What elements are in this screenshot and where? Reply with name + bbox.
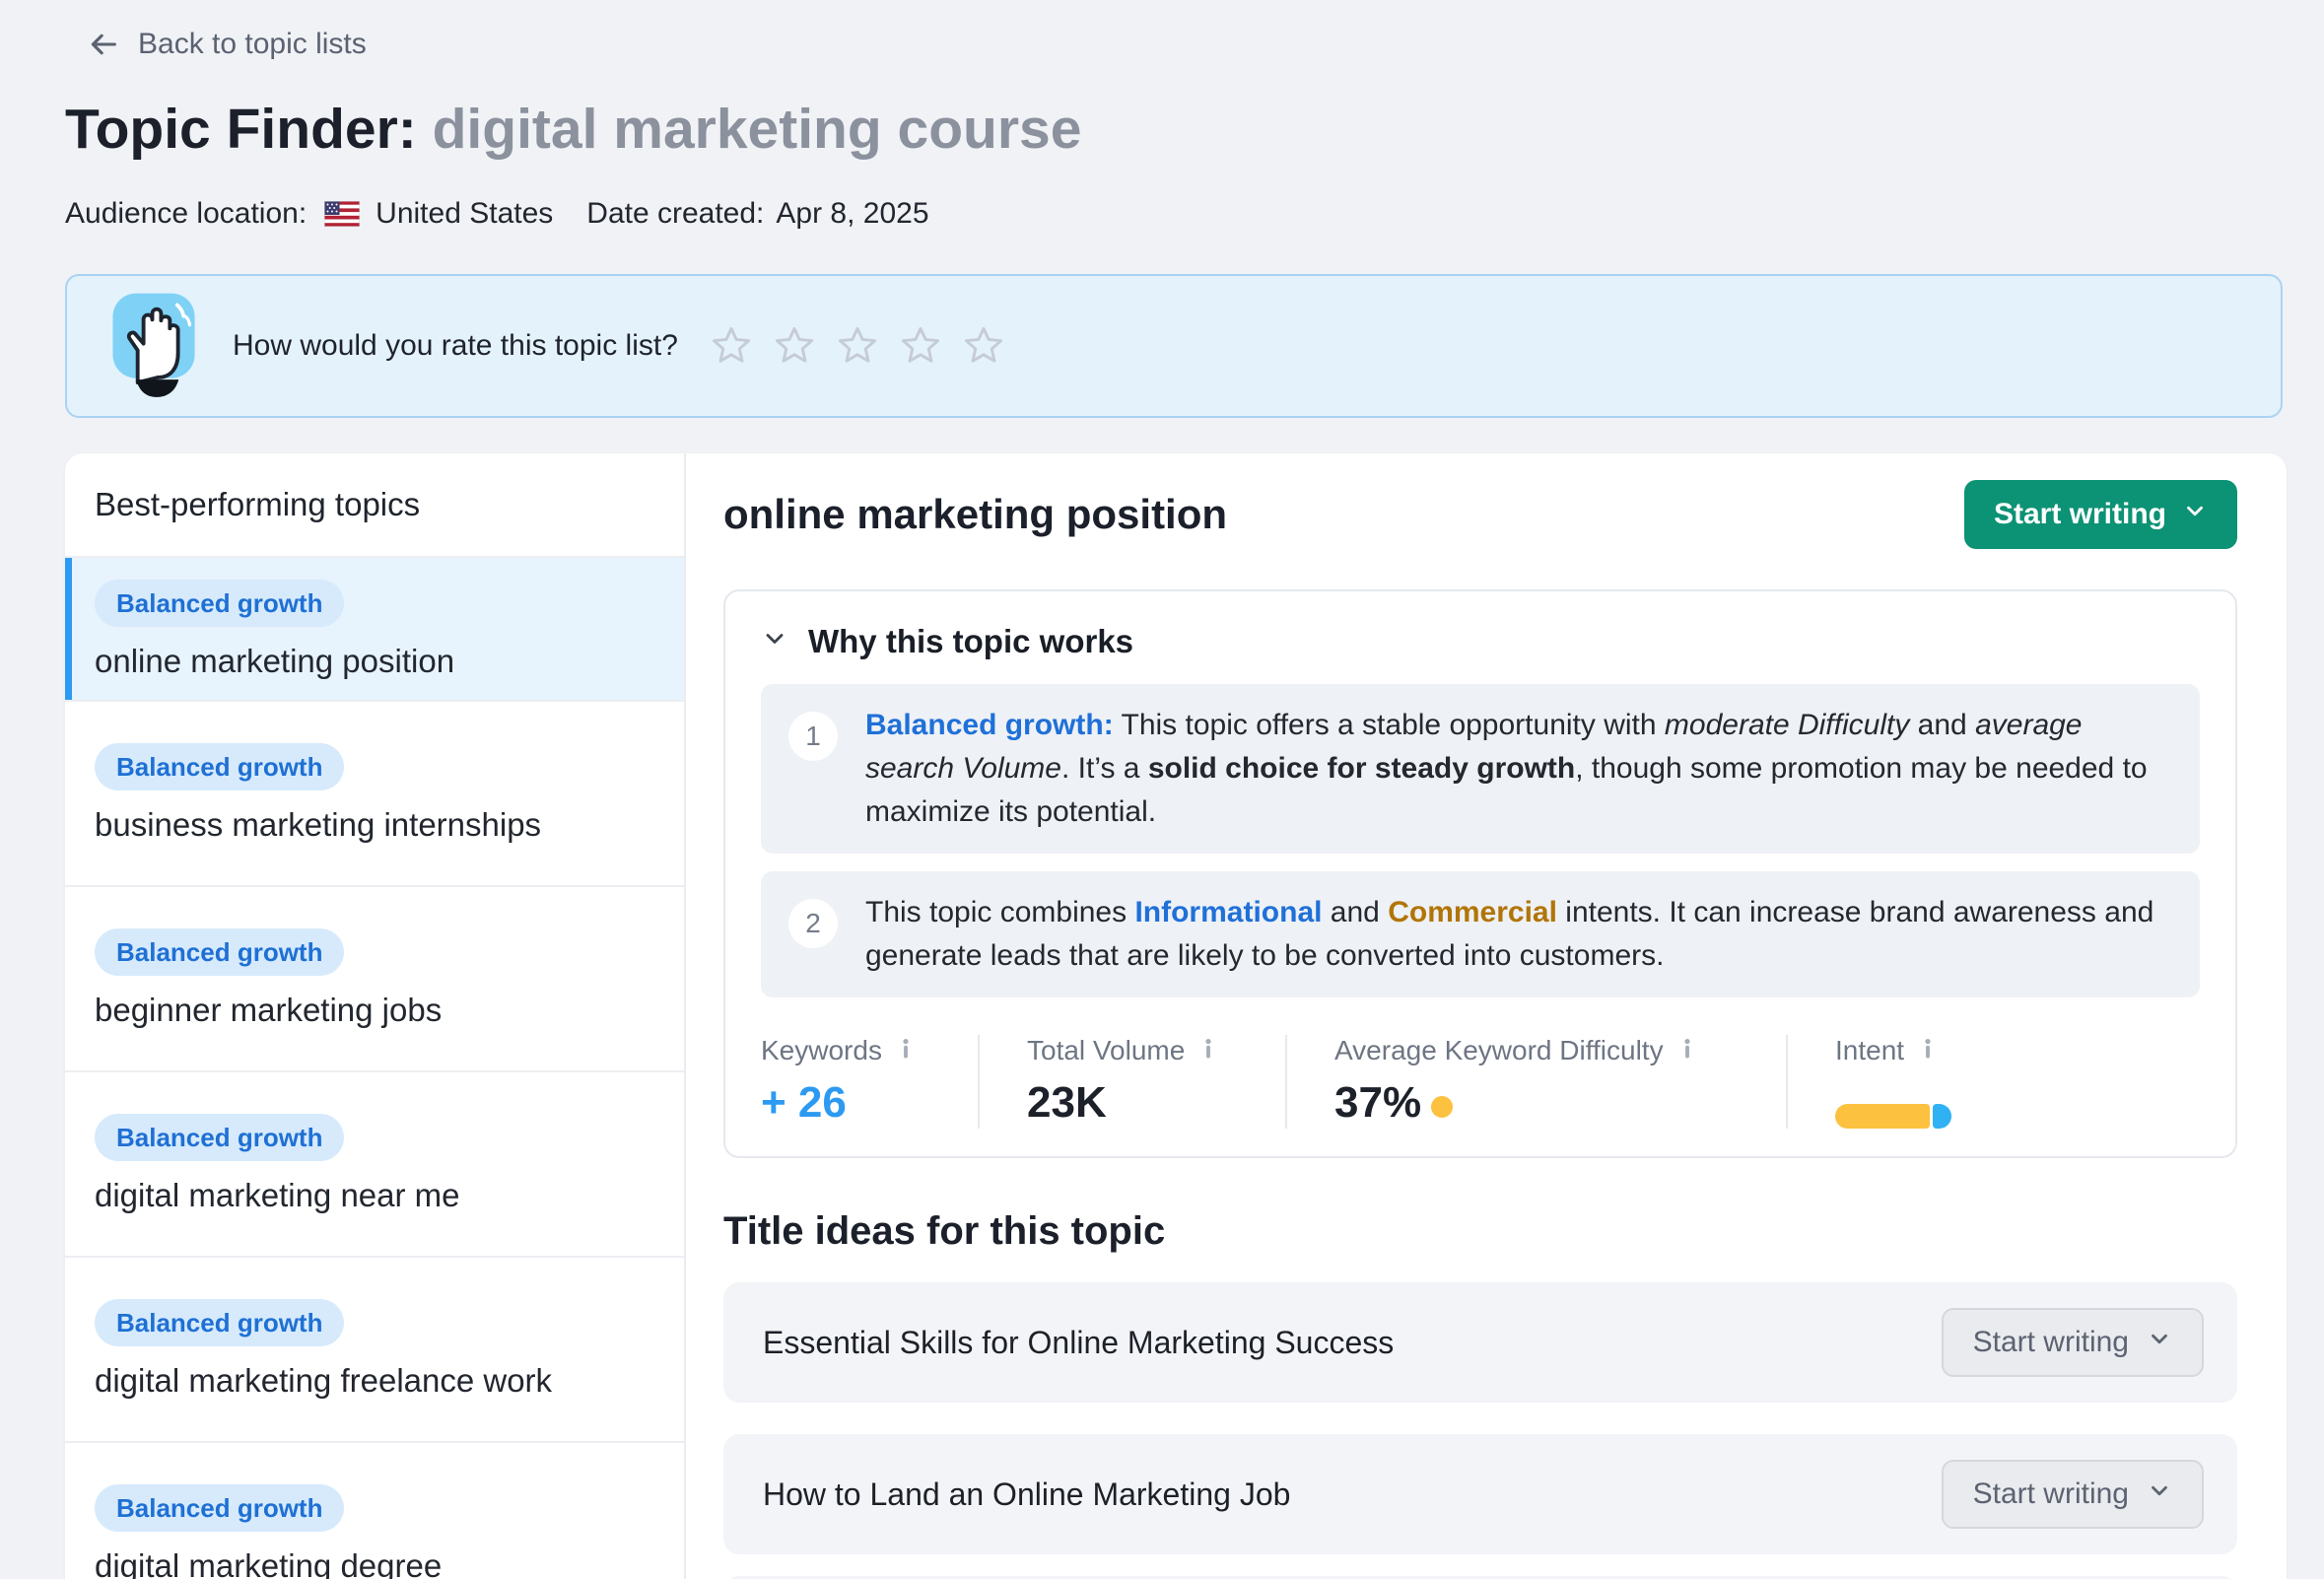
start-writing-button[interactable]: Start writing: [1964, 480, 2237, 549]
sidebar-topic-item[interactable]: Balanced growth business marketing inter…: [65, 702, 684, 887]
keywords-label: Keywords: [761, 1035, 882, 1066]
point-number: 2: [788, 899, 838, 948]
title-idea-text: How to Land an Online Marketing Job: [763, 1476, 1290, 1513]
info-icon[interactable]: [1198, 1035, 1218, 1066]
title-idea-text: Essential Skills for Online Marketing Su…: [763, 1325, 1394, 1361]
intent-label: Intent: [1835, 1035, 1904, 1066]
content-panel: Best-performing topics Balanced growth o…: [65, 453, 2287, 1579]
sidebar-topic-label: beginner marketing jobs: [95, 992, 656, 1029]
sidebar-topic-item[interactable]: Balanced growth digital marketing degree: [65, 1443, 684, 1579]
point-number: 1: [788, 712, 838, 761]
why-point: 1 Balanced growth: This topic offers a s…: [761, 684, 2200, 854]
intent-segment-informational: [1933, 1104, 1951, 1129]
start-writing-label: Start writing: [1973, 1477, 2129, 1511]
metric-keywords: Keywords + 26: [761, 1035, 978, 1129]
why-topic-works-title: Why this topic works: [808, 623, 1133, 660]
date-created-value: Apr 8, 2025: [776, 197, 928, 231]
balanced-growth-badge: Balanced growth: [95, 743, 344, 790]
back-link-label: Back to topic lists: [138, 28, 367, 61]
back-link[interactable]: Back to topic lists: [87, 28, 367, 61]
topic-list: Balanced growth online marketing positio…: [65, 558, 684, 1579]
sidebar-topic-item[interactable]: Balanced growth beginner marketing jobs: [65, 887, 684, 1072]
topic-detail: online marketing position Start writing …: [686, 453, 2287, 1579]
rating-question: How would you rate this topic list?: [233, 329, 678, 363]
star-icon[interactable]: [773, 324, 816, 368]
title-ideas-list: Essential Skills for Online Marketing Su…: [723, 1282, 2237, 1554]
balanced-growth-badge: Balanced growth: [95, 1114, 344, 1161]
sidebar-topic-label: online marketing position: [95, 643, 656, 680]
start-writing-label: Start writing: [1973, 1326, 2129, 1359]
hand-icon: [108, 289, 199, 403]
title-idea-card: Essential Skills for Online Marketing Su…: [723, 1282, 2237, 1403]
topic-heading: online marketing position: [723, 491, 1227, 538]
metric-difficulty: Average Keyword Difficulty 37%: [1285, 1035, 1786, 1129]
rating-stars: [710, 324, 1005, 368]
page-title: Topic Finder: digital marketing course: [65, 97, 1081, 162]
metric-intent: Intent: [1786, 1035, 1951, 1129]
intent-segment-commercial: [1835, 1104, 1930, 1129]
why-topic-works-toggle[interactable]: Why this topic works: [761, 623, 2200, 660]
chevron-down-icon: [2182, 498, 2208, 531]
sidebar-topic-label: digital marketing near me: [95, 1177, 656, 1214]
why-topic-works-card: Why this topic works 1 Balanced growth: …: [723, 589, 2237, 1158]
meta-row: Audience location: United States Date cr…: [65, 197, 929, 231]
info-icon[interactable]: [1918, 1035, 1938, 1066]
topic-finder-page: Back to topic lists Topic Finder: digita…: [0, 0, 2324, 1579]
sidebar-topic-item[interactable]: Balanced growth digital marketing near m…: [65, 1072, 684, 1258]
info-icon[interactable]: [1677, 1035, 1697, 1066]
sidebar-topic-item[interactable]: Balanced growth online marketing positio…: [65, 558, 684, 702]
start-writing-button-secondary[interactable]: Start writing: [1942, 1308, 2204, 1377]
start-writing-button-secondary[interactable]: Start writing: [1942, 1460, 2204, 1529]
chevron-down-icon: [2147, 1326, 2172, 1359]
balanced-growth-badge: Balanced growth: [95, 928, 344, 976]
star-icon[interactable]: [836, 324, 879, 368]
sidebar-title: Best-performing topics: [65, 453, 684, 558]
balanced-growth-badge: Balanced growth: [95, 1484, 344, 1532]
total-volume-value: 23K: [1027, 1078, 1285, 1128]
page-title-query: digital marketing course: [433, 98, 1082, 161]
sidebar-topic-label: business marketing internships: [95, 806, 656, 844]
sidebar-topic-item[interactable]: Balanced growth digital marketing freela…: [65, 1258, 684, 1443]
point-text: This topic combines Informational and Co…: [865, 891, 2172, 978]
metric-total-volume: Total Volume 23K: [978, 1035, 1285, 1129]
topics-sidebar: Best-performing topics Balanced growth o…: [65, 453, 686, 1579]
balanced-growth-badge: Balanced growth: [95, 580, 344, 627]
balanced-growth-badge: Balanced growth: [95, 1299, 344, 1346]
title-idea-card: How to Land an Online Marketing Job Star…: [723, 1434, 2237, 1554]
audience-location-label: Audience location:: [65, 197, 307, 231]
difficulty-value: 37%: [1334, 1078, 1421, 1128]
audience-location-value: United States: [376, 197, 553, 231]
info-icon[interactable]: [896, 1035, 916, 1066]
difficulty-dot: [1431, 1096, 1453, 1118]
sidebar-topic-label: digital marketing freelance work: [95, 1362, 656, 1400]
why-points: 1 Balanced growth: This topic offers a s…: [761, 684, 2200, 997]
title-ideas-heading: Title ideas for this topic: [723, 1209, 2237, 1255]
star-icon[interactable]: [899, 324, 942, 368]
why-point: 2 This topic combines Informational and …: [761, 871, 2200, 997]
rating-banner: How would you rate this topic list?: [65, 274, 2283, 418]
total-volume-label: Total Volume: [1027, 1035, 1185, 1066]
point-text: Balanced growth: This topic offers a sta…: [865, 704, 2172, 834]
difficulty-label: Average Keyword Difficulty: [1334, 1035, 1664, 1066]
sidebar-topic-label: digital marketing degree: [95, 1547, 656, 1579]
keywords-value: + 26: [761, 1078, 978, 1128]
date-created-label: Date created:: [586, 197, 764, 231]
intent-bar: [1835, 1104, 1951, 1129]
star-icon[interactable]: [710, 324, 753, 368]
chevron-down-icon: [2147, 1477, 2172, 1511]
star-icon[interactable]: [962, 324, 1005, 368]
us-flag-icon: [324, 201, 360, 227]
arrow-left-icon: [87, 28, 120, 61]
metrics-row: Keywords + 26 Total Volume 23K: [761, 1035, 2200, 1129]
difficulty-value-row: 37%: [1334, 1078, 1786, 1128]
chevron-down-icon: [761, 623, 788, 660]
start-writing-label: Start writing: [1994, 498, 2166, 531]
